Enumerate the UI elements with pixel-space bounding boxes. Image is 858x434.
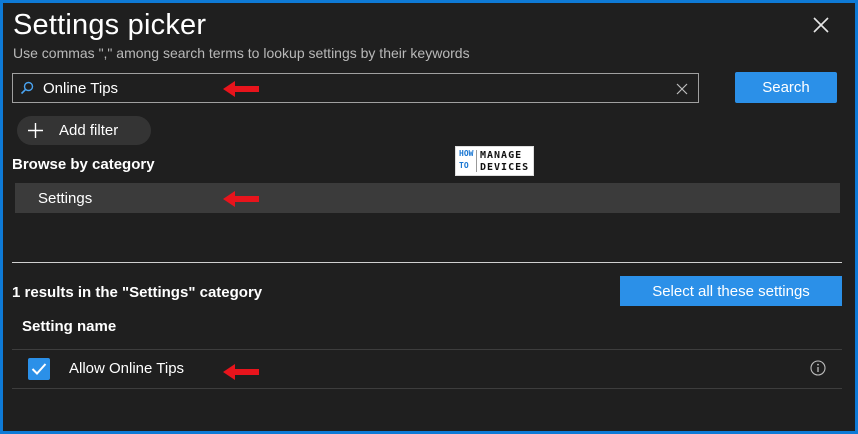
search-button[interactable]: Search	[735, 72, 837, 103]
watermark-to: TO	[459, 161, 469, 170]
checkmark-icon	[31, 363, 47, 375]
results-summary: 1 results in the "Settings" category	[12, 284, 263, 301]
watermark-divider	[476, 150, 477, 172]
search-input[interactable]	[43, 77, 663, 99]
annotation-arrow-icon	[221, 362, 261, 382]
watermark-manage: MANAGE	[480, 150, 523, 161]
browse-by-category-heading: Browse by category	[12, 156, 155, 173]
category-item-settings[interactable]: Settings	[15, 183, 840, 213]
watermark-logo: HOW TO MANAGE DEVICES	[455, 146, 534, 176]
select-all-button[interactable]: Select all these settings	[620, 276, 842, 306]
clear-icon[interactable]	[676, 82, 688, 95]
setting-checkbox[interactable]	[28, 358, 50, 380]
setting-name-label: Allow Online Tips	[69, 360, 185, 377]
search-box	[12, 73, 699, 103]
column-header-setting-name: Setting name	[22, 318, 117, 335]
dialog-subtitle: Use commas "," among search terms to loo…	[13, 45, 470, 61]
settings-picker-dialog: Settings picker Use commas "," among sea…	[3, 3, 855, 431]
annotation-arrow-icon	[221, 189, 261, 209]
section-divider	[12, 262, 842, 263]
table-row-divider	[12, 388, 842, 389]
add-filter-button[interactable]: Add filter	[17, 116, 151, 145]
plus-icon	[28, 123, 43, 138]
category-label: Settings	[38, 190, 93, 207]
info-icon[interactable]	[810, 360, 826, 376]
search-icon	[20, 81, 34, 95]
dialog-title: Settings picker	[13, 9, 207, 41]
annotation-arrow-icon	[221, 79, 261, 99]
watermark-devices: DEVICES	[480, 162, 530, 173]
watermark-how: HOW	[459, 149, 474, 158]
table-header-divider	[12, 349, 842, 350]
add-filter-label: Add filter	[59, 122, 119, 139]
close-icon[interactable]	[809, 13, 833, 37]
